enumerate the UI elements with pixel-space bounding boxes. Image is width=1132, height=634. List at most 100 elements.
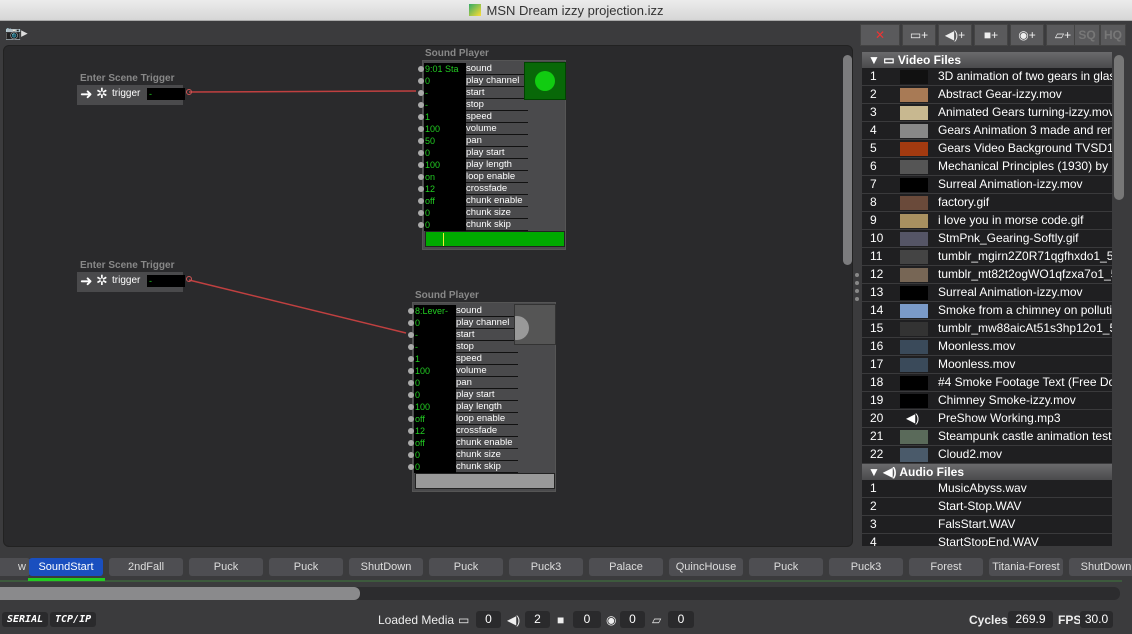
media-item[interactable]: 2 Abstract Gear-izzy.mov [862,86,1112,104]
param-row[interactable]: 8:Lever-sound [408,305,518,317]
param-row[interactable]: 100 volume [408,365,518,377]
scene-tab[interactable]: Puck3 [829,558,903,576]
media-item[interactable]: 5 Gears Video Background TVSD1 [862,140,1112,158]
hq-button[interactable]: HQ [1100,24,1126,46]
media-item[interactable]: 14 Smoke from a chimney on polluti [862,302,1112,320]
param-row[interactable]: 0 chunk size [408,449,518,461]
param-row[interactable]: - start [408,329,518,341]
media-item[interactable]: 20 ◀) PreShow Working.mp3 [862,410,1112,428]
param-row[interactable]: 50 pan [418,135,528,147]
audio-files-header[interactable]: ▼ ◀) Audio Files [862,464,1112,480]
param-row[interactable]: 9:01 Sta sound [418,63,528,75]
param-value[interactable]: 0 [414,377,456,389]
param-value[interactable]: 1 [414,353,456,365]
param-value[interactable]: 9:01 Sta [424,63,466,75]
scene-tab[interactable]: SoundStart [29,558,103,576]
param-value[interactable]: 50 [424,135,466,147]
param-row[interactable]: off chunk enable [408,437,518,449]
video-files-header[interactable]: ▼ ▭ Video Files [862,52,1112,68]
media-item[interactable]: 19 Chimney Smoke-izzy.mov [862,392,1112,410]
param-value[interactable]: 0 [414,461,456,473]
tcpip-button[interactable]: TCP/IP [50,612,97,627]
add-font-button[interactable]: ◉+ [1010,24,1044,46]
param-value[interactable]: 100 [424,123,466,135]
media-item[interactable]: 16 Moonless.mov [862,338,1112,356]
param-value[interactable]: 100 [424,159,466,171]
splitter-grip[interactable] [855,281,859,285]
expand-triangle-icon[interactable]: ▼ ▭ [868,53,898,67]
sq-button[interactable]: SQ [1074,24,1100,46]
media-item[interactable]: 17 Moonless.mov [862,356,1112,374]
scene-scrollbar[interactable] [0,587,360,600]
param-row[interactable]: on loop enable [418,171,528,183]
media-item[interactable]: 4 Gears Animation 3 made and rendered [862,122,1112,140]
param-value[interactable]: 100 [414,365,456,377]
param-row[interactable]: 0 play channel [408,317,518,329]
scene-tab[interactable]: Titania-Forest [989,558,1063,576]
param-row[interactable]: - stop [408,341,518,353]
media-item[interactable]: 3 FalsStart.WAV [862,516,1112,534]
output-port[interactable] [186,89,192,95]
media-item[interactable]: 18 #4 Smoke Footage Text (Free Do [862,374,1112,392]
param-value[interactable]: off [424,195,466,207]
patch-vertical-scrollbar[interactable] [843,55,852,265]
clear-media-button[interactable]: ✕ [860,24,900,46]
media-item[interactable]: 2 Start-Stop.WAV [862,498,1112,516]
sound-player-node[interactable]: 9:01 Sta sound 0 play channel - start - stop 1 sp… [418,60,566,250]
param-row[interactable]: 100 play length [408,401,518,413]
param-row[interactable]: 12 crossfade [408,425,518,437]
param-row[interactable]: 100 volume [418,123,528,135]
param-value[interactable]: on [424,171,466,183]
media-item[interactable]: 6 Mechanical Principles (1930) by [862,158,1112,176]
media-item[interactable]: 9 i love you in morse code.gif [862,212,1112,230]
add-sound-button[interactable]: ◀)+ [938,24,972,46]
scene-tab[interactable]: QuincHouse [669,558,743,576]
splitter-grip[interactable] [855,273,859,277]
param-row[interactable]: 0 chunk size [418,207,528,219]
param-value[interactable]: 0 [424,75,466,87]
param-row[interactable]: 100 play length [418,159,528,171]
param-value[interactable]: 12 [424,183,466,195]
param-row[interactable]: 0 chunk skip [418,219,528,231]
scene-tab[interactable]: Palace [589,558,663,576]
media-item[interactable]: 10 StmPnk_Gearing-Softly.gif [862,230,1112,248]
media-item[interactable]: 15 tumblr_mw88aicAt51s3hp12o1_5 [862,320,1112,338]
scene-tab[interactable]: w [0,558,30,576]
param-row[interactable]: 1 speed [408,353,518,365]
param-row[interactable]: 0 play channel [418,75,528,87]
param-row[interactable]: 0 play start [408,389,518,401]
media-item[interactable]: 21 Steampunk castle animation test [862,428,1112,446]
output-port[interactable] [186,276,192,282]
media-item[interactable]: 7 Surreal Animation-izzy.mov [862,176,1112,194]
trigger-value[interactable]: - [147,88,185,100]
enter-scene-trigger-node[interactable]: ➜ ✲ trigger - [77,272,185,292]
scene-tab[interactable]: 2ndFall [109,558,183,576]
media-item[interactable]: 3 Animated Gears turning-izzy.mov [862,104,1112,122]
sound-player-node[interactable]: 8:Lever-sound 0 play channel - start - stop 1 sp… [408,302,556,492]
scene-tab[interactable]: ShutDown [349,558,423,576]
serial-button[interactable]: SERIAL [2,612,49,627]
media-item[interactable]: 1 MusicAbyss.wav [862,480,1112,498]
param-value[interactable]: - [424,99,466,111]
media-list-scrollbar[interactable] [1114,55,1124,200]
splitter-grip[interactable] [855,297,859,301]
scene-tab[interactable]: Puck [749,558,823,576]
splitter-grip[interactable] [855,289,859,293]
media-item[interactable]: 1 3D animation of two gears in glass [862,68,1112,86]
scene-tab[interactable]: Puck [269,558,343,576]
param-value[interactable]: - [414,341,456,353]
param-value[interactable]: 0 [414,389,456,401]
param-value[interactable]: - [414,329,456,341]
param-row[interactable]: 1 speed [418,111,528,123]
add-video-button[interactable]: ▭+ [902,24,936,46]
param-value[interactable]: - [424,87,466,99]
param-row[interactable]: - stop [418,99,528,111]
param-row[interactable]: 0 chunk skip [408,461,518,473]
scene-tab[interactable]: Puck3 [509,558,583,576]
scene-tab[interactable]: Puck [429,558,503,576]
param-value[interactable]: 0 [424,207,466,219]
param-value[interactable]: 0 [414,449,456,461]
param-value[interactable]: 100 [414,401,456,413]
expand-triangle-icon[interactable]: ▼ ◀) [868,465,899,479]
media-item[interactable]: 8 factory.gif [862,194,1112,212]
